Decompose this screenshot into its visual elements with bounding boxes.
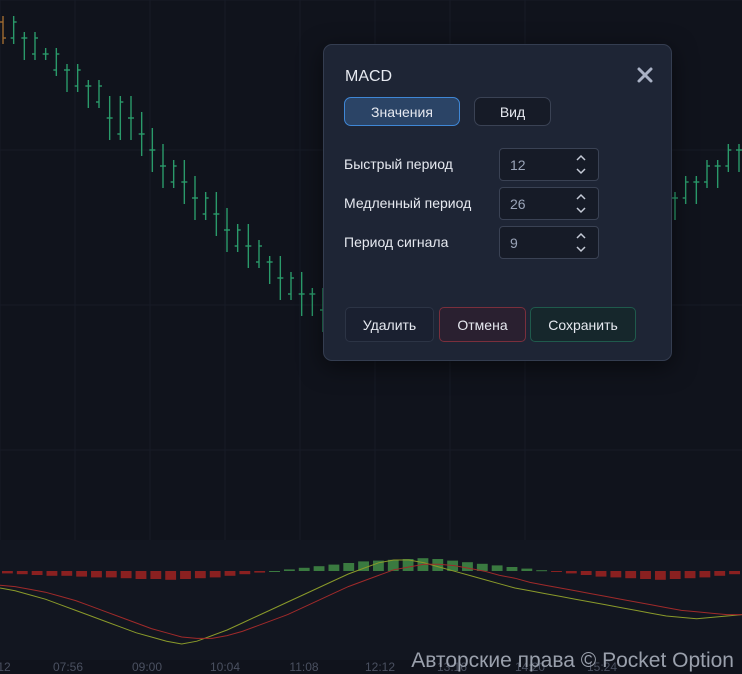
macd-histogram-bar [669,571,681,579]
chevron-down-icon[interactable] [575,245,587,253]
chevron-up-icon[interactable] [575,193,587,201]
macd-histogram-bar [239,571,251,575]
tab-view[interactable]: Вид [474,97,551,126]
macd-histogram-bar [699,571,711,578]
macd-histogram-bar [120,571,132,579]
macd-histogram-bar [283,569,295,571]
macd-histogram-bar [313,566,325,571]
chevron-up-icon[interactable] [575,154,587,162]
slow-period-stepper[interactable]: 26 [499,187,599,220]
macd-histogram-bar [180,571,191,579]
tab-values[interactable]: Значения [344,97,460,126]
macd-histogram-bar [328,564,340,571]
macd-histogram-bar [610,571,622,578]
fast-period-label: Быстрый период [344,156,453,172]
macd-settings-dialog: MACD Значения Вид Быстрый период 12 Медл… [323,44,672,361]
slow-period-label: Медленный период [344,195,472,211]
macd-histogram-bar [565,571,577,574]
chevron-down-icon[interactable] [575,167,587,175]
macd-histogram-bar [640,571,651,579]
time-axis-label: 12:12 [364,660,396,674]
macd-histogram-bar [551,571,562,572]
macd-histogram-bar [729,571,740,575]
cancel-button[interactable]: Отмена [439,307,526,342]
chevron-up-icon[interactable] [575,232,587,240]
signal-period-stepper[interactable]: 9 [499,226,599,259]
macd-histogram-bar [31,571,43,575]
copyright-watermark: Авторские права © Pocket Option [411,649,734,672]
macd-histogram-bar [684,571,696,579]
macd-histogram-bar [76,571,88,577]
macd-histogram-bar [209,571,221,578]
macd-histogram-bar [150,571,162,579]
macd-histogram-bar [506,567,518,571]
dialog-title: MACD [345,68,393,85]
macd-histogram-bar [61,571,73,576]
delete-button[interactable]: Удалить [345,307,434,342]
signal-period-label: Период сигнала [344,234,449,250]
macd-histogram-bar [2,571,13,574]
macd-histogram-bar [625,571,637,579]
signal-period-value[interactable]: 9 [510,235,518,251]
macd-histogram-bar [343,563,355,571]
macd-histogram-bar [135,571,147,579]
macd-histogram-bar [254,571,266,573]
macd-histogram-bar [580,571,592,575]
macd-histogram-bar [714,571,726,576]
macd-histogram-bar [536,570,548,572]
macd-histogram-bar [224,571,236,576]
fast-period-value[interactable]: 12 [510,157,526,173]
macd-histogram-bar [432,559,444,571]
time-axis-label: 10:04 [209,660,241,674]
slow-period-value[interactable]: 26 [510,196,526,212]
macd-histogram-bar [595,571,607,577]
macd-histogram-bar [521,568,533,571]
time-axis-label: 11:08 [289,660,319,674]
close-icon[interactable] [634,64,656,86]
chevron-down-icon[interactable] [575,206,587,214]
time-axis-label: 12 [0,660,11,674]
macd-histogram-bar [194,571,206,579]
macd-histogram-bar [105,571,117,578]
time-axis-label: 07:56 [52,660,84,674]
fast-period-stepper[interactable]: 12 [499,148,599,181]
macd-histogram-bar [165,571,177,580]
macd-histogram-bar [298,567,310,571]
macd-histogram-bar [491,565,503,571]
time-axis-label: 09:00 [131,660,163,674]
macd-histogram-bar [91,571,102,578]
macd-histogram-bar [269,571,280,572]
macd-histogram-bar [16,571,28,575]
macd-histogram-bar [462,562,473,571]
macd-histogram-bar [46,571,58,576]
save-button[interactable]: Сохранить [530,307,636,342]
macd-histogram-bar [654,571,666,580]
